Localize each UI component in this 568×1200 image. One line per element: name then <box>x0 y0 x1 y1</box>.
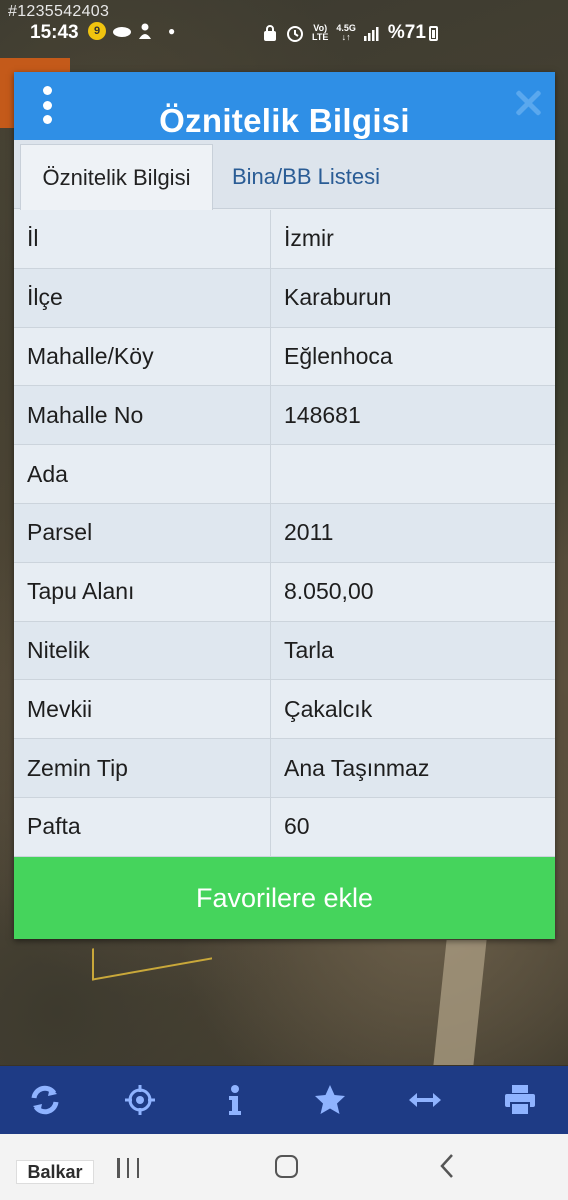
recents-button[interactable] <box>117 1158 139 1178</box>
row-value: Tarla <box>284 636 334 663</box>
row-value: İzmir <box>284 225 334 252</box>
notification-icons: 9 ● <box>88 22 175 40</box>
refresh-icon[interactable] <box>27 1082 63 1118</box>
row-key: Mevkii <box>14 680 271 739</box>
attribute-table: İl İzmir İlçe Karaburun Mahalle/Köy Eğle… <box>14 210 555 857</box>
listing-id-watermark: #1235542403 <box>8 3 110 20</box>
dialog-title: Öznitelik Bilgisi <box>159 102 410 139</box>
table-row: Parsel 2011 <box>14 503 555 563</box>
home-button[interactable] <box>275 1155 298 1178</box>
row-key: Mahalle No <box>14 386 271 445</box>
dot-icon: ● <box>168 24 176 38</box>
print-icon[interactable] <box>502 1082 538 1118</box>
row-value: 148681 <box>284 401 361 428</box>
lock-icon <box>264 25 276 41</box>
person-icon <box>139 23 151 39</box>
tab-building-list[interactable]: Bina/BB Listesi <box>214 144 398 210</box>
row-key: Nitelik <box>14 621 271 680</box>
row-key: Ada <box>14 445 271 503</box>
row-key: Pafta <box>14 797 271 856</box>
row-value: 8.050,00 <box>284 578 374 605</box>
table-row: Pafta 60 <box>14 797 555 857</box>
close-icon[interactable] <box>513 88 543 118</box>
table-row: Nitelik Tarla <box>14 621 555 681</box>
attribute-info-dialog: Öznitelik Bilgisi Öznitelik Bilgisi Bina… <box>14 72 555 939</box>
row-key: Tapu Alanı <box>14 562 271 621</box>
row-value: Çakalcık <box>284 695 373 722</box>
row-value: Eğlenhoca <box>284 342 393 369</box>
row-value: 60 <box>284 813 310 840</box>
add-to-favorites-button[interactable]: Favorilere ekle <box>14 857 555 939</box>
row-key: Parsel <box>14 503 271 562</box>
status-bar: #1235542403 15:43 9 ● Vo) LTE 4.5G ↓↑ %7… <box>0 0 568 58</box>
dialog-header: Öznitelik Bilgisi <box>14 72 555 140</box>
table-row: Mahalle No 148681 <box>14 386 555 446</box>
signal-icon <box>363 27 379 41</box>
row-value: Ana Taşınmaz <box>284 754 430 781</box>
measure-icon[interactable] <box>407 1082 443 1118</box>
system-icons: Vo) LTE 4.5G ↓↑ %71 <box>262 22 438 44</box>
info-icon[interactable] <box>217 1082 253 1118</box>
row-value: 2011 <box>284 519 334 546</box>
row-key: İlçe <box>14 268 271 327</box>
row-key: İl <box>14 210 271 268</box>
status-time: 15:43 <box>30 22 79 43</box>
back-icon[interactable] <box>436 1152 458 1180</box>
row-value <box>271 445 555 503</box>
locate-icon[interactable] <box>122 1082 158 1118</box>
map-toolbar <box>0 1066 568 1134</box>
table-row: Tapu Alanı 8.050,00 <box>14 562 555 622</box>
alarm-icon <box>287 26 303 42</box>
table-row: İlçe Karaburun <box>14 268 555 328</box>
table-row: Mahalle/Köy Eğlenhoca <box>14 327 555 387</box>
battery-indicator: %71 <box>388 22 438 44</box>
tab-bar: Öznitelik Bilgisi Bina/BB Listesi <box>14 140 555 210</box>
star-icon[interactable] <box>312 1082 348 1118</box>
row-value: Karaburun <box>284 284 392 311</box>
table-row: Zemin Tip Ana Taşınmaz <box>14 739 555 798</box>
table-row: Mevkii Çakalcık <box>14 680 555 740</box>
volte-indicator: Vo) LTE <box>312 23 329 42</box>
row-key: Zemin Tip <box>14 739 271 797</box>
net-speed-indicator: 4.5G ↓↑ <box>336 23 356 42</box>
brand-logo: Balkar <box>16 1160 94 1184</box>
tab-attribute-info[interactable]: Öznitelik Bilgisi <box>20 144 213 210</box>
battery-level: %71 <box>387 22 426 43</box>
table-row: Ada <box>14 445 555 504</box>
row-key: Mahalle/Köy <box>14 327 271 386</box>
cloud-icon <box>113 27 131 37</box>
battery-icon <box>428 25 438 41</box>
table-row: İl İzmir <box>14 210 555 269</box>
notification-badge: 9 <box>88 22 106 40</box>
